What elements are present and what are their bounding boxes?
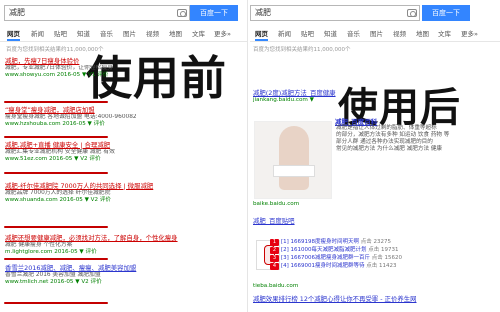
result-item[interactable]: 减肥_百度贴吧 xyxy=(253,217,493,225)
result-url[interactable]: jiankang.baidu.com ▼ xyxy=(253,97,493,104)
result-url[interactable]: www.hzshouba.com 2016-05 ▼ 评价 xyxy=(5,121,243,128)
tab-tieba[interactable]: 贴吧 xyxy=(54,28,67,38)
tab-wenku[interactable]: 文库 xyxy=(192,28,205,38)
search-button[interactable]: 百度一下 xyxy=(422,5,470,21)
result-url[interactable]: www.51ez.com 2016-05 ▼ V2 评价 xyxy=(5,156,243,163)
tab-news[interactable]: 新闻 xyxy=(278,28,291,38)
tab-zhidao[interactable]: 知道 xyxy=(77,28,90,38)
tabs: 网页 新闻 贴吧 知道 音乐 图片 视频 地图 文库 更多» xyxy=(0,28,247,41)
search-button[interactable]: 百度一下 xyxy=(190,5,238,21)
result-title[interactable]: 减肥还想要健康减肥，必须找对方法，了解自身，个性化瘦身 xyxy=(5,234,243,242)
result-title[interactable]: 减肥,减肥+直播 健康安全 | 合理减肥 xyxy=(5,141,243,149)
list-item[interactable]: 1 [1] 1669198度瘦身时间明天啊 点击 23275 xyxy=(270,238,485,246)
wiki-image xyxy=(254,121,332,199)
highlight-line xyxy=(4,136,108,138)
highlight-line xyxy=(4,101,108,103)
tab-map[interactable]: 地图 xyxy=(169,28,182,38)
tab-zhidao[interactable]: 知道 xyxy=(324,28,337,38)
wiki-description: 减肥是指让人体过剩的脂肪、体重等超标 的部分，减肥方法有多种 如运动 饮食 药物… xyxy=(336,125,486,153)
result-item[interactable]: 减肥，先瘦7日瘦身体验价 减肥，专业减肥7日体验价，让你轻松瘦身 www.sho… xyxy=(5,57,240,80)
highlight-line xyxy=(4,172,108,174)
result-title[interactable]: 香雪兰2016减肥、减肥、瘦瘦、减肥美容加盟 xyxy=(5,264,243,272)
tabs: 网页 新闻 贴吧 知道 音乐 图片 视频 地图 文库 更多» xyxy=(250,28,500,41)
highlight-line xyxy=(4,226,108,228)
tab-web[interactable]: 网页 xyxy=(255,28,268,41)
result-title[interactable]: 减肥效果排行榜 12个减肥心得让你不再受罪 - 正价养生网 xyxy=(253,295,498,303)
result-title[interactable]: 减肥-纤尔佳减肥院 7000万人的共同选择 | 微服减肥 xyxy=(5,182,243,190)
search-input-text[interactable]: 减肥 xyxy=(9,7,25,18)
wiki-url[interactable]: baike.baidu.com xyxy=(253,201,299,207)
result-title[interactable]: 减肥_百度贴吧 xyxy=(253,217,493,225)
tab-divider xyxy=(250,41,500,42)
wiki-line: 常见的减肥方法 为什么减肥 减肥方法 健康 xyxy=(336,146,443,152)
wiki-line: 的部分，减肥方法有多种 如运动 饮食 药物 等 xyxy=(336,132,450,138)
result-item[interactable]: 减肥,减肥+直播 健康安全 | 合理减肥 减肥汇集专业减肥机构 安全健康 减肥 … xyxy=(5,141,243,164)
result-url[interactable]: www.showyu.com 2016-05 ▼ V1 评价 xyxy=(5,72,240,79)
camera-icon[interactable] xyxy=(407,9,417,17)
tab-music[interactable]: 音乐 xyxy=(100,28,113,38)
tieba-list: 1 [1] 1669198度瘦身时间明天啊 点击 23275 2 [2] 16100… xyxy=(270,238,485,270)
tab-tieba[interactable]: 贴吧 xyxy=(301,28,314,38)
list-item[interactable]: 2 [2] 161000每天减肥减脂减肥计划 点击 19731 xyxy=(270,246,485,254)
tab-image[interactable]: 图片 xyxy=(370,28,383,38)
result-item[interactable]: “瘦身堂”瘦身减肥，减肥店加盟 瘦身堂瘦身减肥 各地诚招加盟 电话:4000-9… xyxy=(5,106,243,129)
tab-more[interactable]: 更多» xyxy=(214,28,231,38)
torso-image xyxy=(279,126,309,190)
result-item[interactable]: 减肥还想要健康减肥，必须找对方法，了解自身，个性化瘦身 减肥 健康瘦身 个性化方… xyxy=(5,234,243,257)
search-input[interactable]: 减肥 xyxy=(4,5,190,21)
tab-more[interactable]: 更多» xyxy=(461,28,478,38)
list-item[interactable]: 3 [3] 1667006减肥瘦身减肥群一百斤 点击 15620 xyxy=(270,254,485,262)
tab-map[interactable]: 地图 xyxy=(416,28,429,38)
result-url[interactable]: m.lightglore.com 2016-05 ▼ 评价 xyxy=(5,249,243,256)
tieba-url[interactable]: tieba.baidu.com xyxy=(253,283,298,289)
tab-video[interactable]: 视频 xyxy=(393,28,406,38)
result-url[interactable]: www.shuanda.com 2016-05 ▼ V2 评价 xyxy=(5,197,243,204)
search-input-text[interactable]: 减肥 xyxy=(255,7,271,18)
wiki-line: 减肥是指让人体过剩的脂肪、体重等超标 xyxy=(336,125,437,131)
tape-measure xyxy=(273,165,315,177)
result-url[interactable]: www.tmlich.net 2016-05 ▼ V2 评价 xyxy=(5,279,243,286)
before-panel: 减肥 百度一下 网页 新闻 贴吧 知道 音乐 图片 视频 地图 文库 更多» 百… xyxy=(0,0,248,312)
result-item[interactable]: 减肥(2度)减肥方法_百度健康 jiankang.baidu.com ▼ xyxy=(253,89,493,104)
wiki-line: 部分人群 通过各种办法实现减肥的目的 xyxy=(336,139,433,145)
tab-news[interactable]: 新闻 xyxy=(31,28,44,38)
tab-wenku[interactable]: 文库 xyxy=(438,28,451,38)
highlight-line xyxy=(4,258,108,260)
result-item[interactable]: 减肥-纤尔佳减肥院 7000万人的共同选择 | 微服减肥 减肥品牌 7000万人… xyxy=(5,182,243,205)
tab-web[interactable]: 网页 xyxy=(7,28,20,41)
highlight-line xyxy=(4,302,108,304)
list-item[interactable]: 4 [4] 1669001瘦身时间减肥群等待 点击 11423 xyxy=(270,262,485,270)
tab-video[interactable]: 视频 xyxy=(146,28,159,38)
after-panel: 减肥 百度一下 网页 新闻 贴吧 知道 音乐 图片 视频 地图 文库 更多» 百… xyxy=(250,0,500,312)
result-count: 百度为您找到相关结果约11,000,000个 xyxy=(253,47,351,53)
result-title[interactable]: “瘦身堂”瘦身减肥，减肥店加盟 xyxy=(5,106,243,114)
search-input[interactable]: 减肥 xyxy=(250,5,420,21)
result-title[interactable]: 减肥，先瘦7日瘦身体验价 xyxy=(5,57,240,65)
result-title[interactable]: 减肥(2度)减肥方法_百度健康 xyxy=(253,89,493,97)
result-item[interactable]: 香雪兰2016减肥、减肥、瘦瘦、减肥美容加盟 香雪兰减肥 2016 美容加盟 减… xyxy=(5,264,243,287)
camera-icon[interactable] xyxy=(177,9,187,17)
result-item[interactable]: 减肥效果排行榜 12个减肥心得让你不再受罪 - 正价养生网 xyxy=(253,295,498,303)
tab-image[interactable]: 图片 xyxy=(123,28,136,38)
tab-music[interactable]: 音乐 xyxy=(347,28,360,38)
